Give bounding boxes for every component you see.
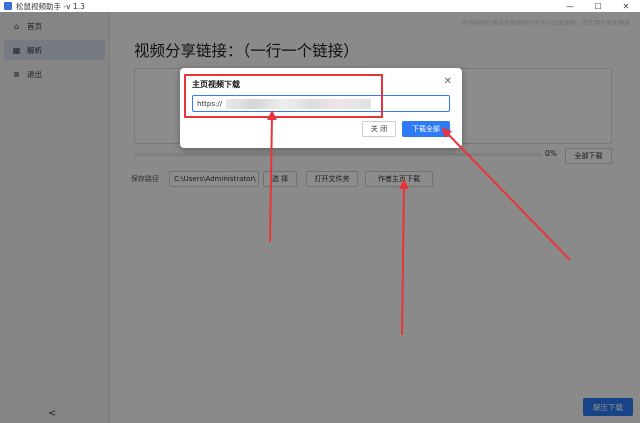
annotation-highlight-box [184,74,383,118]
maximize-icon[interactable]: ☐ [584,0,612,12]
title-bar: 松鼠视频助手 -v 1.3 — ☐ ✕ [0,0,640,12]
app-logo-icon [4,2,12,10]
download-all-dialog-button[interactable]: 下载全部 [402,121,450,137]
close-icon[interactable]: ✕ [444,76,452,87]
minimize-icon[interactable]: — [556,0,584,12]
window-title: 松鼠视频助手 -v 1.3 [16,1,85,11]
close-window-icon[interactable]: ✕ [612,0,640,12]
dialog-close-button[interactable]: 关 闭 [362,121,396,137]
window-controls: — ☐ ✕ [556,0,640,12]
